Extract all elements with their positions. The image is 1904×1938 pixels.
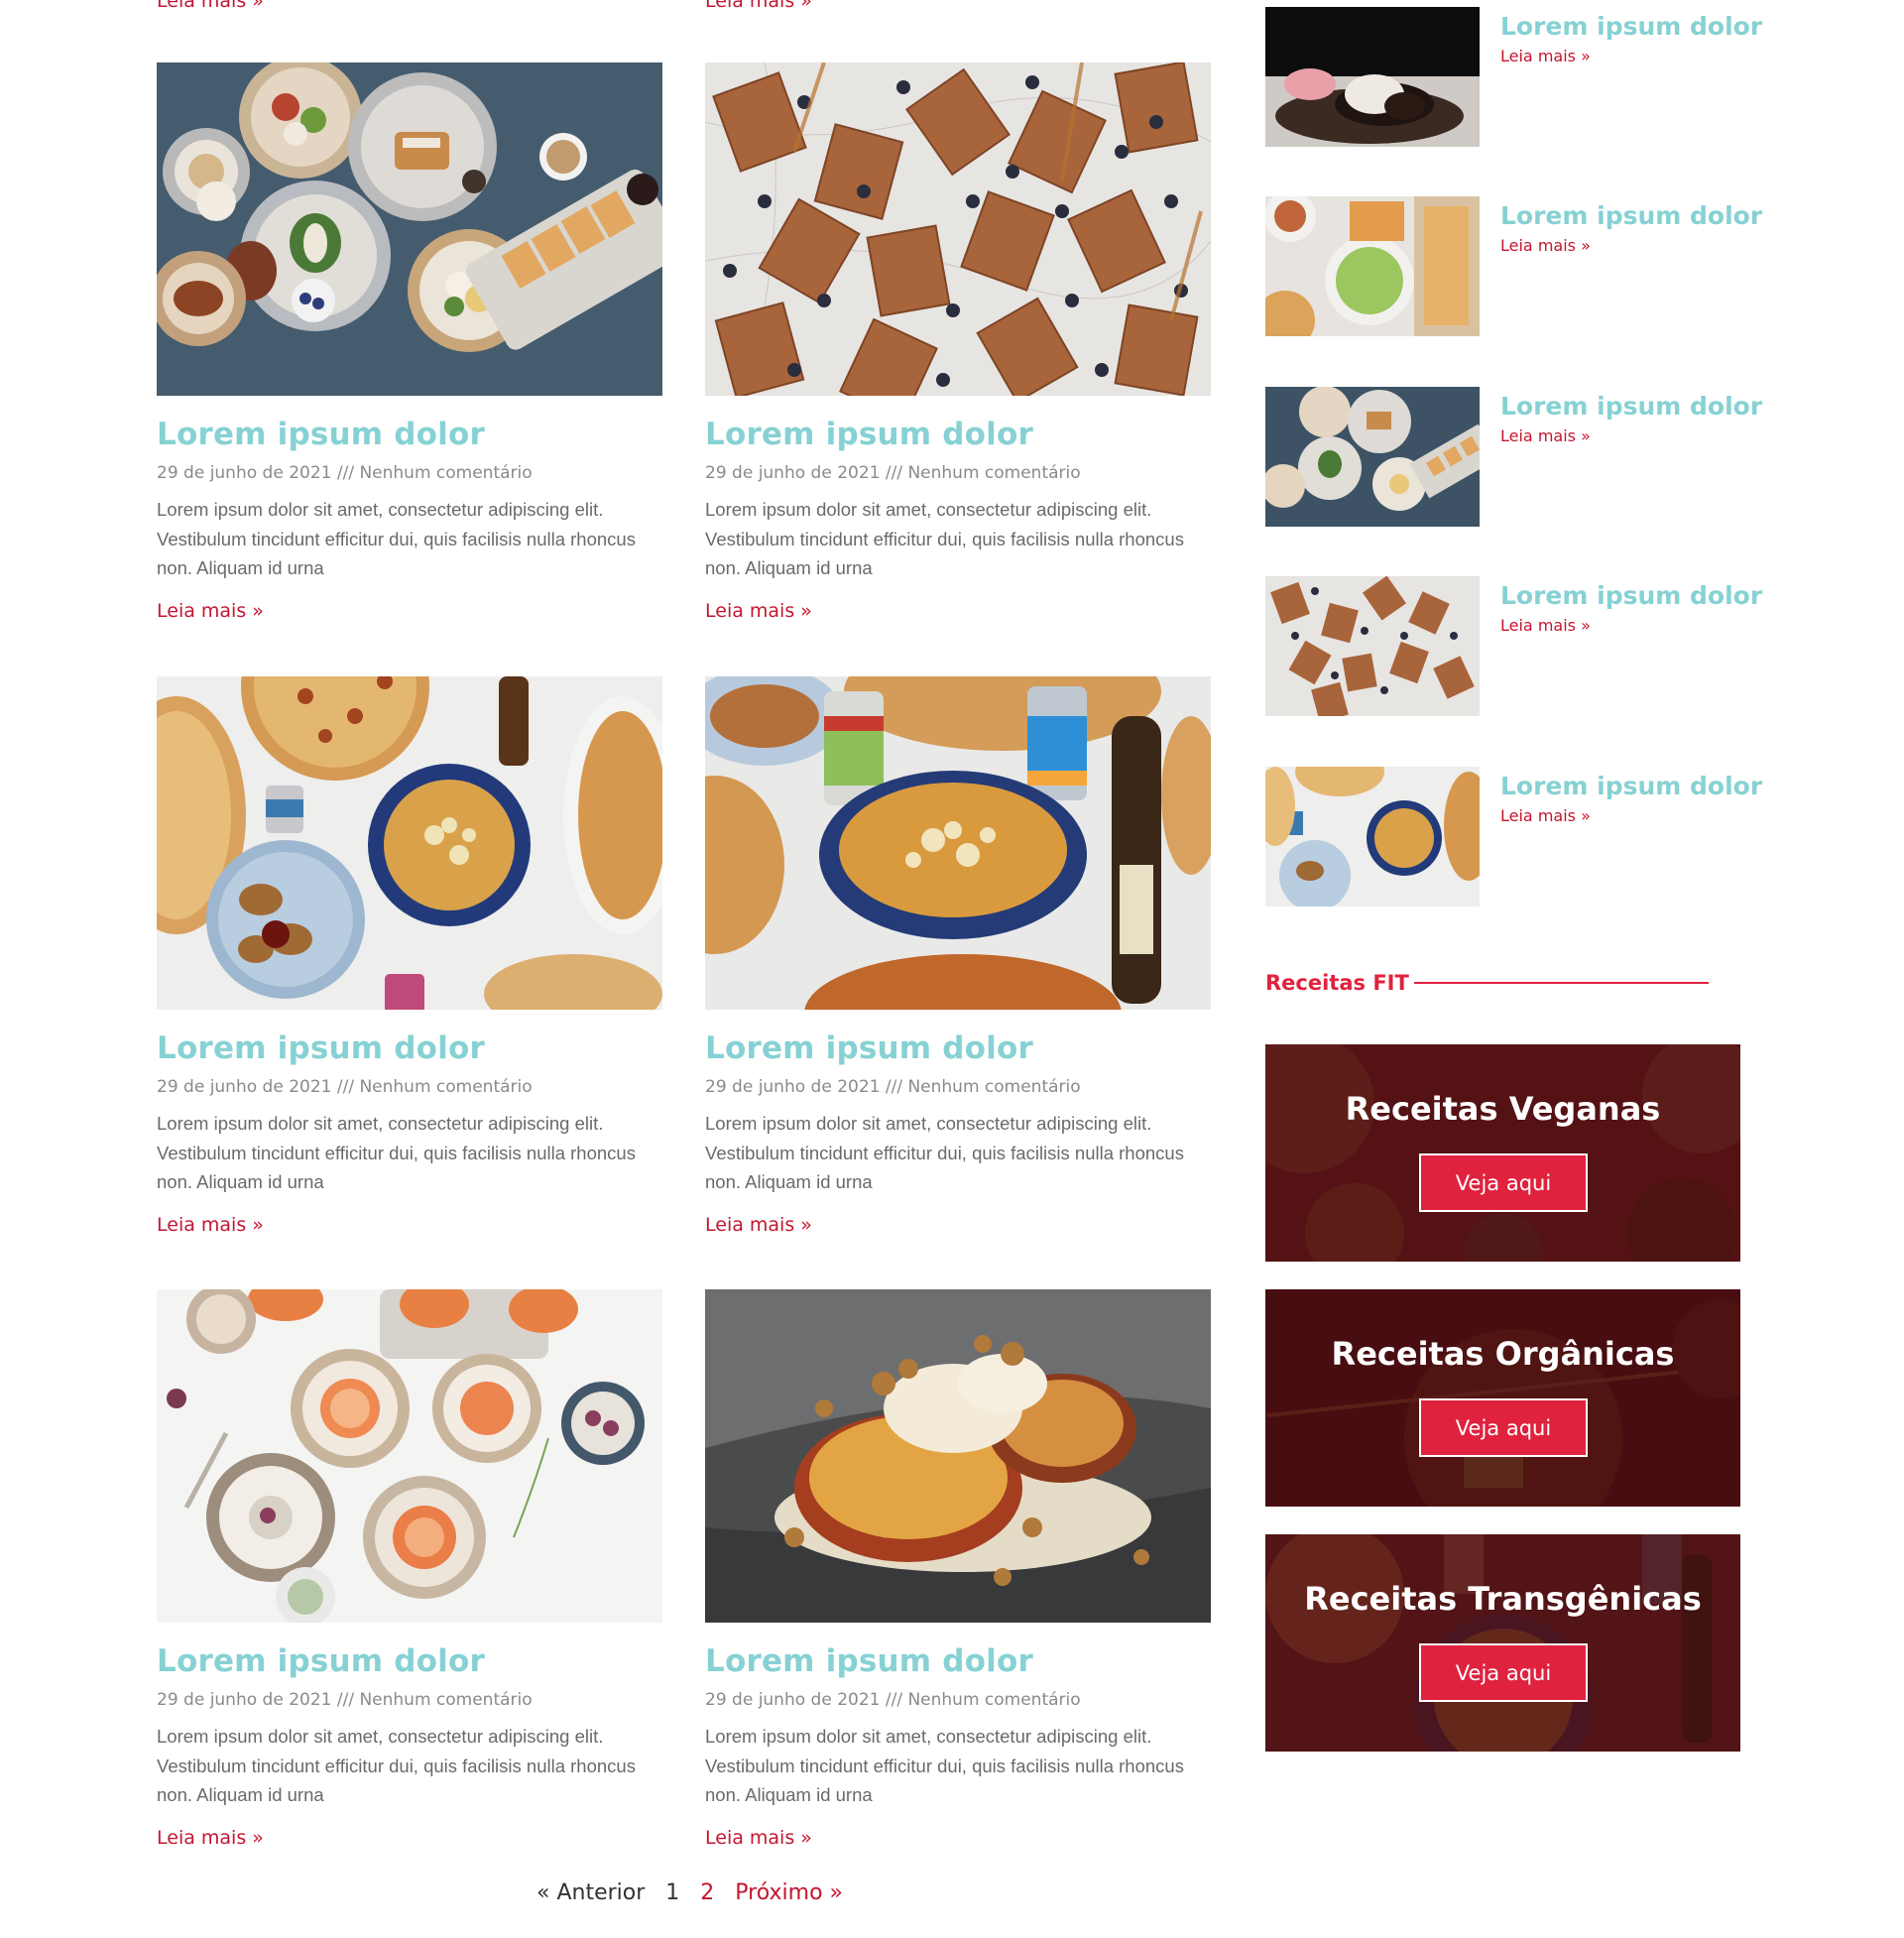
next-page-link[interactable]: Próximo »	[735, 1880, 843, 1905]
post-meta: 29 de junho de 2021 /// Nenhum comentári…	[705, 1077, 1081, 1097]
read-more-link[interactable]: Leia mais »	[705, 1214, 812, 1236]
see-here-button[interactable]: Veja aqui	[1419, 1398, 1588, 1457]
sidebar-read-more-link[interactable]: Leia mais »	[1500, 616, 1591, 635]
post-thumbnail-fries-beer[interactable]	[705, 676, 1211, 1010]
read-more-link[interactable]: Leia mais »	[157, 600, 264, 622]
read-more-link[interactable]: Leia mais »	[157, 0, 264, 12]
cta-title: Receitas Veganas	[1345, 1090, 1661, 1128]
post-thumbnail-peach[interactable]	[705, 1289, 1211, 1623]
post-title[interactable]: Lorem ipsum dolor	[705, 1643, 1033, 1679]
post-excerpt: Lorem ipsum dolor sit amet, consectetur …	[157, 1726, 636, 1805]
pagination: « Anterior 1 2 Próximo »	[536, 1880, 843, 1905]
sidebar-read-more-link[interactable]: Leia mais »	[1500, 806, 1591, 825]
read-more-link[interactable]: Leia mais »	[705, 0, 812, 12]
sidebar-read-more-link[interactable]: Leia mais »	[1500, 426, 1591, 445]
post-meta: 29 de junho de 2021 /// Nenhum comentári…	[157, 1077, 533, 1097]
post-title[interactable]: Lorem ipsum dolor	[705, 1030, 1033, 1066]
sidebar-post-title[interactable]: Lorem ipsum dolor	[1500, 581, 1762, 610]
read-more-link[interactable]: Leia mais »	[157, 1827, 264, 1849]
see-here-button[interactable]: Veja aqui	[1419, 1153, 1588, 1212]
read-more-link[interactable]: Leia mais »	[705, 600, 812, 622]
read-more-link[interactable]: Leia mais »	[157, 1214, 264, 1236]
sidebar-post-title[interactable]: Lorem ipsum dolor	[1500, 12, 1762, 41]
sidebar-thumbnail-pizza-fries[interactable]	[1265, 767, 1480, 907]
post-thumbnail-pizza-fries[interactable]	[157, 676, 662, 1010]
post-excerpt: Lorem ipsum dolor sit amet, consectetur …	[705, 499, 1184, 578]
post-title[interactable]: Lorem ipsum dolor	[705, 417, 1033, 452]
post-excerpt: Lorem ipsum dolor sit amet, consectetur …	[705, 1726, 1184, 1805]
post-title[interactable]: Lorem ipsum dolor	[157, 1030, 485, 1066]
post-card: Lorem ipsum dolor 29 de junho de 2021 //…	[705, 676, 1211, 1236]
post-excerpt: Lorem ipsum dolor sit amet, consectetur …	[705, 1113, 1184, 1192]
cta-transgenic-recipes: Receitas Transgênicas Veja aqui	[1265, 1534, 1740, 1752]
post-title[interactable]: Lorem ipsum dolor	[157, 1643, 485, 1679]
post-excerpt: Lorem ipsum dolor sit amet, consectetur …	[157, 1113, 636, 1192]
post-card: Lorem ipsum dolor 29 de junho de 2021 //…	[705, 62, 1211, 622]
post-thumbnail-brunch[interactable]	[157, 62, 662, 396]
post-card: Lorem ipsum dolor 29 de junho de 2021 //…	[157, 676, 662, 1236]
current-page: 1	[665, 1880, 680, 1905]
sidebar-post: Lorem ipsum dolor Leia mais »	[1265, 7, 1781, 151]
cta-title: Receitas Orgânicas	[1331, 1335, 1675, 1373]
sidebar-post: Lorem ipsum dolor Leia mais »	[1265, 196, 1781, 340]
sidebar-thumbnail-waffles[interactable]	[1265, 576, 1480, 716]
cta-organic-recipes: Receitas Orgânicas Veja aqui	[1265, 1289, 1740, 1507]
previous-page-link[interactable]: « Anterior	[536, 1880, 645, 1905]
post-title[interactable]: Lorem ipsum dolor	[157, 417, 485, 452]
see-here-button[interactable]: Veja aqui	[1419, 1643, 1588, 1702]
heading-divider	[1414, 982, 1709, 984]
post-meta: 29 de junho de 2021 /// Nenhum comentári…	[705, 1690, 1081, 1710]
page-2-link[interactable]: 2	[700, 1880, 714, 1905]
cta-vegan-recipes: Receitas Veganas Veja aqui	[1265, 1044, 1740, 1262]
post-card: Lorem ipsum dolor 29 de junho de 2021 //…	[157, 62, 662, 622]
sidebar-thumbnail-brunch[interactable]	[1265, 387, 1480, 527]
fit-recipes-heading: Receitas FIT	[1265, 971, 1409, 995]
read-more-link[interactable]: Leia mais »	[705, 1827, 812, 1849]
post-meta: 29 de junho de 2021 /// Nenhum comentári…	[157, 463, 533, 483]
sidebar-thumbnail-dessert[interactable]	[1265, 7, 1480, 147]
post-card: Lorem ipsum dolor 29 de junho de 2021 //…	[705, 1289, 1211, 1849]
post-card: Lorem ipsum dolor 29 de junho de 2021 //…	[157, 1289, 662, 1849]
post-meta: 29 de junho de 2021 /// Nenhum comentári…	[705, 463, 1081, 483]
sidebar-post-title[interactable]: Lorem ipsum dolor	[1500, 201, 1762, 230]
sidebar-thumbnail-salad[interactable]	[1265, 196, 1480, 336]
sidebar-read-more-link[interactable]: Leia mais »	[1500, 236, 1591, 255]
sidebar-post-title[interactable]: Lorem ipsum dolor	[1500, 392, 1762, 421]
post-thumbnail-grapefruit[interactable]	[157, 1289, 662, 1623]
sidebar-post: Lorem ipsum dolor Leia mais »	[1265, 387, 1781, 531]
sidebar-post: Lorem ipsum dolor Leia mais »	[1265, 576, 1781, 720]
sidebar-read-more-link[interactable]: Leia mais »	[1500, 47, 1591, 65]
post-excerpt: Lorem ipsum dolor sit amet, consectetur …	[157, 499, 636, 578]
post-thumbnail-waffles[interactable]	[705, 62, 1211, 396]
post-meta: 29 de junho de 2021 /// Nenhum comentári…	[157, 1690, 533, 1710]
sidebar-post: Lorem ipsum dolor Leia mais »	[1265, 767, 1781, 910]
cta-title: Receitas Transgênicas	[1304, 1580, 1702, 1618]
sidebar-post-title[interactable]: Lorem ipsum dolor	[1500, 772, 1762, 800]
